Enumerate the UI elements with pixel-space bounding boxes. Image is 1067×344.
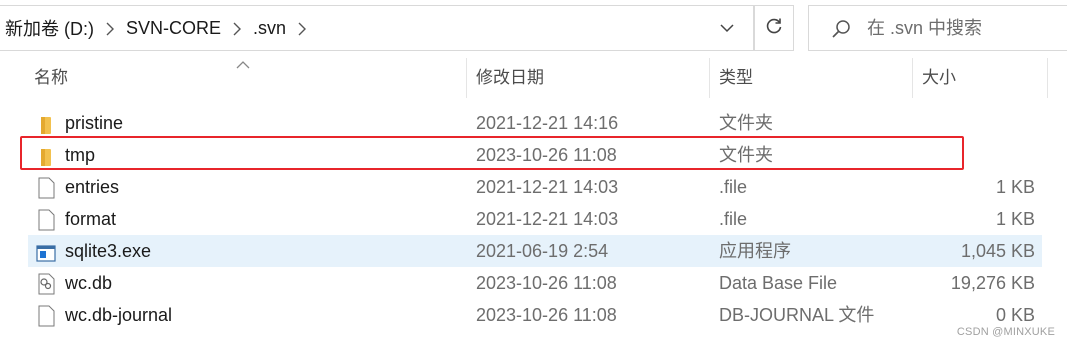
folder-icon	[36, 145, 56, 166]
file-name: wc.db	[65, 273, 113, 293]
chevron-down-icon	[720, 20, 734, 38]
search-box[interactable]	[808, 5, 1067, 51]
file-modified: 2023-10-26 11:08	[476, 273, 617, 293]
column-divider[interactable]	[1047, 58, 1048, 98]
file-row-wc-db[interactable]: wc.db 2023-10-26 11:08 Data Base File 19…	[28, 267, 1042, 299]
file-size: 1,045 KB	[960, 241, 1035, 261]
file-type: DB-JOURNAL 文件	[719, 305, 875, 325]
file-size: 1 KB	[995, 177, 1035, 197]
file-modified: 2021-12-21 14:03	[476, 209, 619, 229]
chevron-right-icon[interactable]	[286, 20, 318, 37]
file-name: wc.db-journal	[65, 305, 173, 325]
search-input[interactable]	[867, 13, 1057, 43]
file-type: .file	[719, 177, 748, 197]
exe-icon	[36, 241, 56, 262]
file-row-entries[interactable]: entries 2021-12-21 14:03 .file 1 KB	[28, 171, 1042, 203]
file-type: Data Base File	[719, 273, 838, 293]
column-divider[interactable]	[466, 58, 467, 98]
breadcrumb-svn[interactable]: .svn	[253, 18, 286, 39]
breadcrumb-svn-core[interactable]: SVN-CORE	[126, 18, 221, 39]
file-name: entries	[65, 177, 120, 197]
file-modified: 2023-10-26 11:08	[476, 305, 617, 325]
column-header-type[interactable]: 类型	[713, 58, 911, 98]
chevron-right-icon[interactable]	[221, 20, 253, 37]
file-modified: 2021-06-19 2:54	[476, 241, 609, 261]
file-row-wc-db-journal[interactable]: wc.db-journal 2023-10-26 11:08 DB-JOURNA…	[28, 299, 1042, 331]
file-name: sqlite3.exe	[65, 241, 152, 261]
file-type: 文件夹	[719, 113, 773, 133]
watermark: CSDN @MINXUKE	[956, 326, 1055, 338]
file-row-format[interactable]: format 2021-12-21 14:03 .file 1 KB	[28, 203, 1042, 235]
column-headers: 名称 修改日期 类型 大小	[0, 58, 1067, 98]
file-icon	[36, 305, 56, 327]
file-row-sqlite3-exe[interactable]: sqlite3.exe 2021-06-19 2:54 应用程序 1,045 K…	[28, 235, 1042, 267]
refresh-button[interactable]	[754, 5, 794, 51]
file-type: 文件夹	[719, 145, 773, 165]
file-modified: 2023-10-26 11:08	[476, 145, 617, 165]
file-icon	[36, 177, 56, 199]
file-name: format	[65, 209, 117, 229]
file-type: 应用程序	[719, 241, 791, 261]
file-row-pristine[interactable]: pristine 2021-12-21 14:16 文件夹	[28, 107, 1042, 139]
file-size: 19,276 KB	[950, 273, 1035, 293]
breadcrumb: 新加卷 (D:) SVN-CORE .svn	[5, 6, 318, 50]
column-divider[interactable]	[912, 58, 913, 98]
column-header-modified[interactable]: 修改日期	[470, 58, 710, 98]
folder-icon	[36, 113, 56, 134]
file-size: 1 KB	[995, 209, 1035, 229]
file-row-tmp[interactable]: tmp 2023-10-26 11:08 文件夹	[28, 139, 1042, 171]
refresh-icon	[765, 17, 783, 40]
file-modified: 2021-12-21 14:03	[476, 177, 619, 197]
file-icon	[36, 209, 56, 231]
breadcrumb-drive[interactable]: 新加卷 (D:)	[5, 15, 94, 41]
sort-ascending-icon	[236, 56, 250, 74]
db-file-icon	[36, 273, 56, 295]
file-type: .file	[719, 209, 748, 229]
file-modified: 2021-12-21 14:16	[476, 113, 619, 133]
column-divider[interactable]	[709, 58, 710, 98]
file-name: pristine	[65, 113, 124, 133]
column-header-size[interactable]: 大小	[916, 58, 1046, 98]
address-history-dropdown[interactable]	[711, 14, 743, 44]
chevron-right-icon[interactable]	[94, 20, 126, 37]
search-icon	[831, 19, 851, 39]
address-bar[interactable]: 新加卷 (D:) SVN-CORE .svn	[0, 5, 754, 51]
file-name: tmp	[65, 145, 96, 165]
